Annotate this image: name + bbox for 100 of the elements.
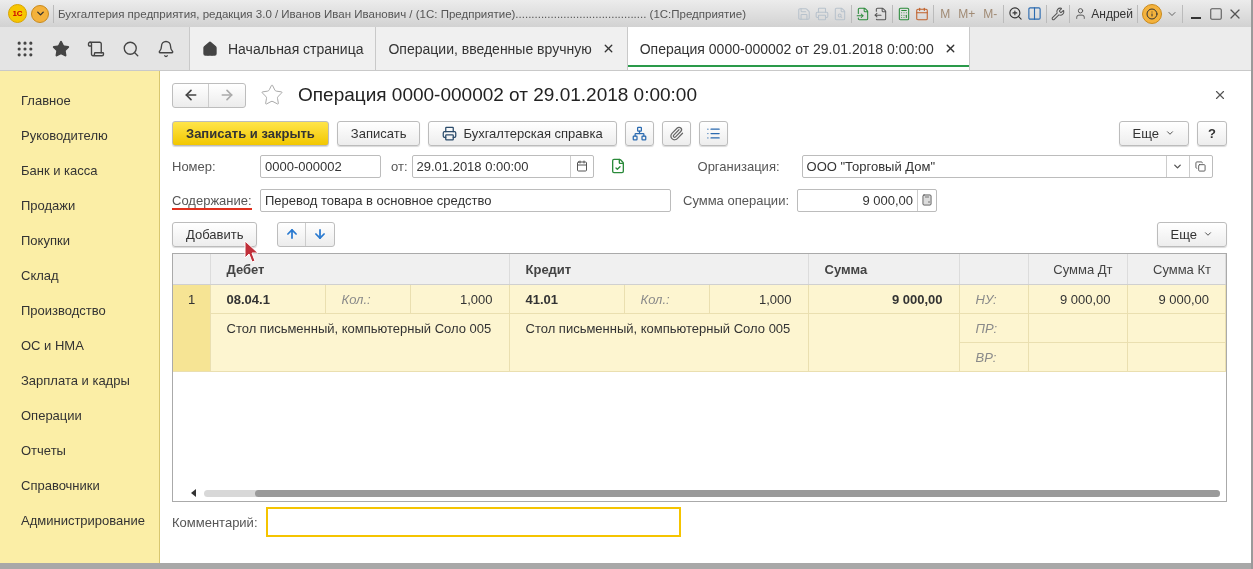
print-icon xyxy=(815,6,830,21)
add-button[interactable]: Добавить xyxy=(172,221,258,247)
sidebar-item[interactable]: Продажи xyxy=(0,188,159,223)
table-cell: 1,000 xyxy=(410,284,509,314)
table-cell: НУ: xyxy=(959,284,1029,314)
tab[interactable]: Начальная страница xyxy=(190,27,377,70)
row-number-cell[interactable]: 1 xyxy=(173,284,210,372)
field-label: Комментарий: xyxy=(172,514,258,530)
field-label: Номер: xyxy=(172,158,217,174)
sidebar-item[interactable]: Покупки xyxy=(0,223,159,258)
sidebar-item[interactable]: Склад xyxy=(0,258,159,293)
number-field[interactable]: 0000-000002 xyxy=(260,154,381,178)
table-cell: 9 000,00 xyxy=(808,284,960,314)
caret-icon xyxy=(34,8,46,19)
more-button[interactable]: Еще xyxy=(1118,120,1190,146)
caret-icon xyxy=(1165,128,1176,138)
user-name[interactable]: Андрей xyxy=(1091,6,1133,21)
table-cell: ПР: xyxy=(959,313,1029,343)
info-icon xyxy=(1146,7,1158,20)
organization-field[interactable]: ООО "Торговый Дом" xyxy=(801,154,1213,178)
window-title: Бухгалтерия предприятия, редакция 3.0 / Иванов Иван Иванович / (1С: Предприятие)......................................... (1С:Предприятие) xyxy=(58,7,746,20)
menu-button[interactable] xyxy=(31,4,49,23)
calculator-icon xyxy=(897,6,912,21)
user-icon xyxy=(1074,7,1088,20)
tools-icon xyxy=(1051,6,1066,21)
minimize-icon[interactable] xyxy=(1191,16,1201,19)
tab-label: Операция 0000-000002 от 29.01.2018 0:00:00 xyxy=(639,40,934,57)
sidebar-item[interactable]: Производство xyxy=(0,293,159,328)
list-icon xyxy=(705,125,721,141)
tab[interactable]: Операции, введенные вручную xyxy=(376,27,628,70)
calendar-icon[interactable] xyxy=(575,160,588,172)
export-icon xyxy=(874,6,889,21)
structure-button[interactable] xyxy=(624,120,654,146)
calendar-icon xyxy=(915,6,930,21)
tab-label: Начальная страница xyxy=(228,40,364,57)
info-button[interactable] xyxy=(1142,3,1162,24)
zoom-icon xyxy=(1008,6,1024,21)
printer-icon xyxy=(442,125,458,141)
table-cell: 9 000,00 xyxy=(1028,284,1128,314)
document-check-icon[interactable] xyxy=(609,158,626,174)
field-label: Организация: xyxy=(697,158,781,174)
table-cell: Стол письменный, компьютерный Соло 005 xyxy=(509,313,809,372)
column-header[interactable]: Сумма xyxy=(808,254,960,285)
table-cell: ВР: xyxy=(959,342,1029,372)
help-button[interactable]: ? xyxy=(1197,120,1227,146)
form-title: Операция 0000-000002 от 29.01.2018 0:00:00 xyxy=(298,84,698,106)
import-icon xyxy=(856,6,871,21)
table-cell: 9 000,00 xyxy=(1127,284,1226,314)
table-cell: 08.04.1 xyxy=(210,284,325,314)
field-label: Содержание: xyxy=(172,192,252,210)
search-icon xyxy=(121,39,140,58)
column-header xyxy=(173,254,210,285)
table-cell: Кол.: xyxy=(624,284,709,314)
maximize-icon xyxy=(1209,6,1223,21)
sidebar-item[interactable]: Справочники xyxy=(0,468,159,503)
field-label: от: xyxy=(391,158,408,174)
history-icon xyxy=(86,39,105,58)
field-label: Сумма операции: xyxy=(683,192,789,208)
column-header[interactable]: Дебет xyxy=(210,254,509,285)
column-header[interactable]: Сумма Дт xyxy=(1028,254,1128,285)
sidebar-item[interactable]: Администрирование xyxy=(0,503,159,538)
sidebar-item[interactable]: Отчеты xyxy=(0,433,159,468)
sidebar-item[interactable]: Руководителю xyxy=(0,118,159,153)
more-button[interactable]: Еще xyxy=(1156,221,1227,247)
star-icon xyxy=(51,39,70,58)
column-header[interactable]: Сумма Кт xyxy=(1127,254,1226,285)
date-field[interactable]: 29.01.2018 0:00:00 xyxy=(411,154,594,178)
column-header xyxy=(959,254,1029,285)
table-cell: 41.01 xyxy=(509,284,624,314)
bell-icon xyxy=(156,39,175,58)
preview-icon xyxy=(833,6,848,21)
structure-icon xyxy=(631,125,647,141)
sidebar-item[interactable]: Операции xyxy=(0,398,159,433)
sidebar-item[interactable]: Зарплата и кадры xyxy=(0,363,159,398)
calculator-icon[interactable] xyxy=(921,194,933,206)
open-icon[interactable] xyxy=(1195,160,1206,172)
app-logo[interactable]: 1С xyxy=(8,4,27,23)
save-icon xyxy=(797,6,812,21)
content-field[interactable]: Перевод товара в основное средство xyxy=(260,188,671,212)
sum-field[interactable]: 9 000,00 xyxy=(797,188,937,212)
list-button[interactable] xyxy=(698,120,728,146)
table-cell: Стол письменный, компьютерный Соло 005 xyxy=(210,313,509,372)
close-icon[interactable] xyxy=(1213,88,1227,102)
panel-icon xyxy=(1027,6,1043,21)
sidebar-item[interactable]: ОС и НМА xyxy=(0,328,159,363)
sidebar-item[interactable]: Главное xyxy=(0,83,159,118)
comment-field[interactable] xyxy=(265,507,681,537)
attach-button[interactable] xyxy=(661,120,691,146)
mouse-cursor-icon xyxy=(244,240,260,264)
caret-icon xyxy=(1203,229,1213,239)
table-cell: Кол.: xyxy=(325,284,410,314)
scroll-left-icon[interactable] xyxy=(191,489,196,497)
save-close-button[interactable]: Записать и закрыть xyxy=(172,120,329,146)
save-button[interactable]: Записать xyxy=(336,120,421,146)
report-button[interactable]: Бухгалтерская справка xyxy=(428,120,617,146)
paperclip-icon xyxy=(668,125,684,141)
tab-label: Операции, введенные вручную xyxy=(388,40,592,57)
tab[interactable]: Операция 0000-000002 от 29.01.2018 0:00:00 xyxy=(627,27,970,70)
column-header[interactable]: Кредит xyxy=(509,254,809,285)
sidebar-item[interactable]: Банк и касса xyxy=(0,153,159,188)
